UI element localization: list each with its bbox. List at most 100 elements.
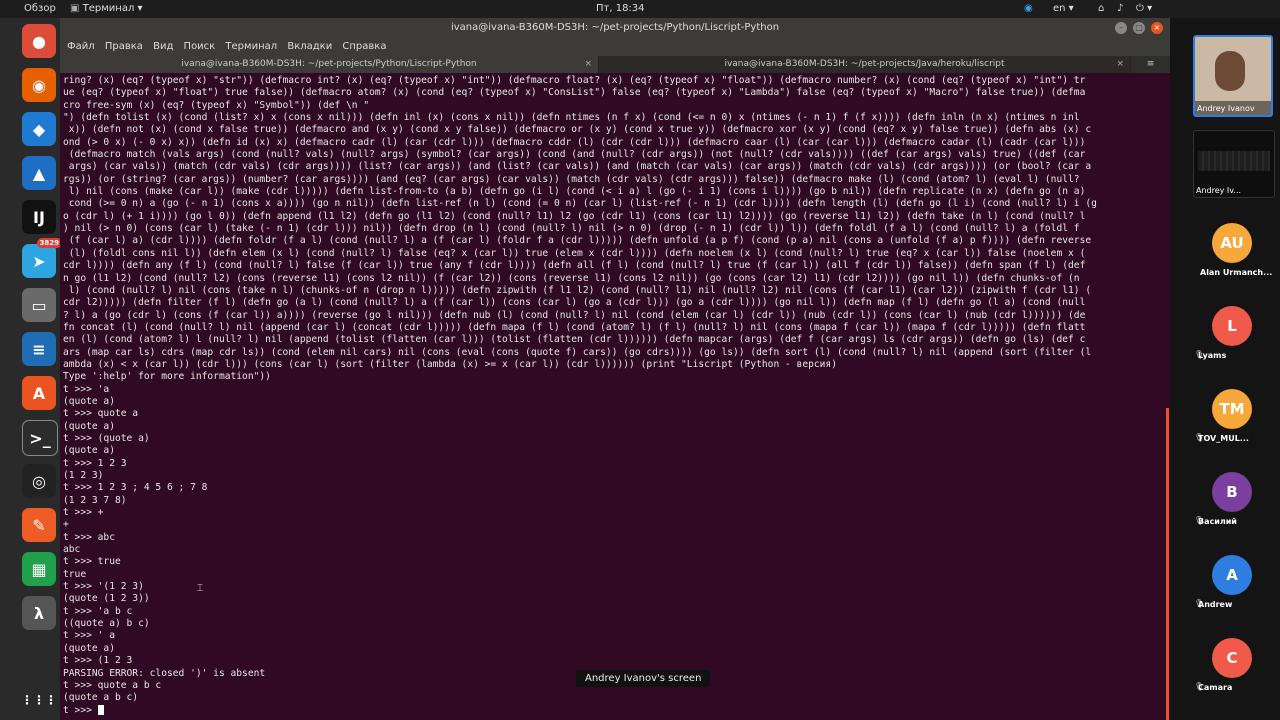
terminal-line: (quote a) — [63, 642, 115, 654]
dock-lambda-icon[interactable]: λ — [22, 596, 56, 630]
terminal-line: true — [63, 568, 87, 580]
participant-name: Василий — [1198, 517, 1237, 526]
terminal-line: o (cdr l) (+ 1 i)))) (go l 0)) (defn app… — [63, 210, 1086, 222]
participant-name: Andrey Ivanov — [1197, 104, 1255, 113]
tab-heroku-liscript[interactable]: ivana@ivana-B360M-DS3H: ~/pet-projects/J… — [599, 56, 1131, 73]
menu-bar: Файл Правка Вид Поиск Терминал Вкладки С… — [60, 38, 1170, 56]
terminal-line: (l) (foldl cons nil l)) (defn elem (x l)… — [63, 247, 1086, 259]
terminal-line: ars (map car ls) cdrs (map cdr ls)) (con… — [63, 346, 1092, 358]
dock-files-icon[interactable]: ▭ — [22, 288, 56, 322]
app-menu-label: Терминал ▾ — [82, 3, 143, 14]
terminal-line: (quote (1 2 3)) — [63, 593, 150, 605]
terminal-line: (f (car l) a) (cdr l)))) (defn foldr (f … — [63, 235, 1092, 247]
terminal-line: Type ':help' for more information")) — [63, 371, 271, 383]
terminal-line: t >>> 'a b c — [63, 605, 133, 617]
clock[interactable]: Пт, 18:34 — [596, 3, 645, 14]
menu-help[interactable]: Справка — [342, 41, 386, 52]
terminal-line: (1 2 3 7 8) — [63, 494, 127, 506]
volume-icon[interactable]: ♪ — [1117, 3, 1123, 14]
tab-close-icon[interactable]: × — [584, 56, 592, 73]
participant-avatar[interactable]: A — [1212, 555, 1252, 595]
terminal-line: ") (defn tolist (x) (cond (list? x) x (c… — [63, 112, 1080, 124]
terminal-line: t >>> 1 2 3 ; 4 5 6 ; 7 8 — [63, 482, 208, 494]
terminal-line: cond (>= 0 n) a (go (- n 1) (cons x a)))… — [63, 198, 1097, 210]
terminal-output[interactable]: ring? (x) (eq? (typeof x) "str")) (defma… — [63, 75, 1161, 720]
tab-label: ivana@ivana-B360M-DS3H: ~/pet-projects/J… — [724, 59, 1005, 69]
terminal-line: x)) (defn not (x) (cond x false true)) (… — [63, 124, 1092, 136]
terminal-line: (quote a) — [63, 420, 115, 432]
terminal-line: (1 2 3) — [63, 470, 104, 481]
screen-share-label: Andrey Ivanov's screen — [576, 670, 711, 687]
terminal-line: ring? (x) (eq? (typeof x) "str")) (defma… — [63, 75, 1086, 86]
menu-view[interactable]: Вид — [153, 41, 173, 52]
participant-video-andrey-ivanov[interactable]: Andrey Ivanov — [1193, 35, 1273, 117]
menu-tabs[interactable]: Вкладки — [287, 41, 332, 52]
participant-avatar[interactable]: TM — [1212, 389, 1252, 429]
window-title: ivana@ivana-B360M-DS3H: ~/pet-projects/P… — [450, 22, 780, 33]
scrollbar[interactable] — [1166, 408, 1169, 720]
participant-name: Camara — [1198, 683, 1233, 692]
dock-terminal-icon[interactable]: >_ — [22, 420, 58, 456]
dock-libreoffice-calc-icon[interactable]: ▦ — [22, 552, 56, 586]
window-titlebar[interactable]: ivana@ivana-B360M-DS3H: ~/pet-projects/P… — [60, 18, 1170, 38]
menu-file[interactable]: Файл — [67, 41, 95, 52]
dock-libreoffice-writer-icon[interactable]: ≡ — [22, 332, 56, 366]
terminal-line: ? l) a (go (cdr l) (cons (f (car l)) a))… — [63, 309, 1086, 321]
terminal-line: (defmacro match (vals args) (cond (null?… — [63, 149, 1086, 161]
participant-avatar[interactable]: AU — [1212, 223, 1252, 263]
participants-panel: Andrey Ivanov Andrey Iv... AU Alan Urmanc… — [1170, 18, 1280, 720]
terminal-line: l) (cond (null? l) nil (cons (take n l) … — [63, 284, 1092, 296]
terminal-line: t >>> + — [63, 507, 104, 519]
tab-menu-icon[interactable]: ≡ — [1131, 56, 1170, 73]
dock-telegram-icon[interactable]: ➤ 3829 — [22, 238, 62, 278]
dock-postman-icon[interactable]: ✎ — [22, 508, 56, 542]
dock-vscode-icon[interactable]: ◆ — [22, 112, 56, 146]
dock-firefox-icon[interactable]: ◉ — [22, 68, 56, 102]
activities-button[interactable]: Обзор — [24, 3, 56, 14]
participant-name: Andrew — [1198, 600, 1233, 609]
menu-edit[interactable]: Правка — [105, 41, 143, 52]
menu-search[interactable]: Поиск — [184, 41, 216, 52]
participant-video-andrey-iv[interactable]: Andrey Iv... — [1193, 130, 1275, 198]
dock-chrome-icon[interactable]: ● — [22, 24, 56, 58]
system-top-bar: Обзор ▣ Терминал ▾ Пт, 18:34 ◉ en ▾ ⌂ ♪ … — [0, 0, 1280, 18]
terminal-line: fn concat (l) (cond (null? l) nil (appen… — [63, 321, 1086, 333]
participant-avatar[interactable]: L — [1212, 306, 1252, 346]
participant-avatar[interactable]: C — [1212, 638, 1252, 678]
participant-avatar[interactable]: B — [1212, 472, 1252, 512]
tab-close-icon[interactable]: × — [1116, 56, 1124, 73]
dock-ruby-app-icon[interactable]: ▲ — [22, 156, 56, 190]
terminal-line: (quote a) — [63, 395, 115, 407]
network-icon[interactable]: ⌂ — [1098, 3, 1104, 14]
terminal-line: t >>> abc — [63, 531, 115, 543]
app-menu-icon: ▣ — [70, 3, 83, 14]
terminal-line: cro free-sym (x) (eq? (typeof x) "Symbol… — [63, 99, 370, 111]
app-menu[interactable]: ▣ Терминал ▾ — [70, 3, 143, 14]
dock-software-icon[interactable]: A — [22, 376, 56, 410]
update-icon[interactable]: ◉ — [1024, 3, 1033, 14]
dock-obs-icon[interactable]: ◎ — [22, 464, 56, 498]
show-applications-icon[interactable]: ⋮⋮⋮ — [21, 683, 57, 717]
terminal-line: rgs)) (or (string? (car args)) (number? … — [63, 173, 1080, 185]
terminal-prompt-line[interactable]: t >>> — [63, 704, 1161, 717]
terminal-line: en (l) (cond (atom? l) l (null? l) nil (… — [63, 334, 1086, 346]
menu-terminal[interactable]: Терминал — [225, 41, 277, 52]
participant-name: Andrey Iv... — [1196, 186, 1242, 195]
terminal-cursor — [97, 704, 104, 715]
tab-liscript-python[interactable]: ivana@ivana-B360M-DS3H: ~/pet-projects/P… — [60, 56, 599, 73]
terminal-line: t >>> true — [63, 556, 121, 568]
terminal-line: l) nil (cons (make (car l)) (make (cdr l… — [63, 186, 1086, 198]
participant-name: Lyams — [1198, 351, 1227, 360]
minimize-button[interactable]: – — [1115, 22, 1127, 34]
power-icon[interactable]: ⏻ ▾ — [1136, 3, 1152, 14]
terminal-line: (quote a) — [63, 445, 115, 457]
terminal-line: + — [63, 519, 69, 531]
face-thumbnail — [1215, 51, 1245, 91]
terminal-line: ambda (x) < x (car l)) (cdr l))) (cons (… — [63, 358, 837, 370]
dock-intellij-icon[interactable]: IJ — [22, 200, 56, 234]
terminal-window[interactable]: ivana@ivana-B360M-DS3H: ~/pet-projects/P… — [60, 18, 1170, 720]
language-selector[interactable]: en ▾ — [1053, 3, 1074, 14]
maximize-button[interactable]: □ — [1133, 22, 1145, 34]
terminal-line: t >>> (quote a) — [63, 432, 150, 444]
close-button[interactable]: × — [1151, 22, 1163, 34]
